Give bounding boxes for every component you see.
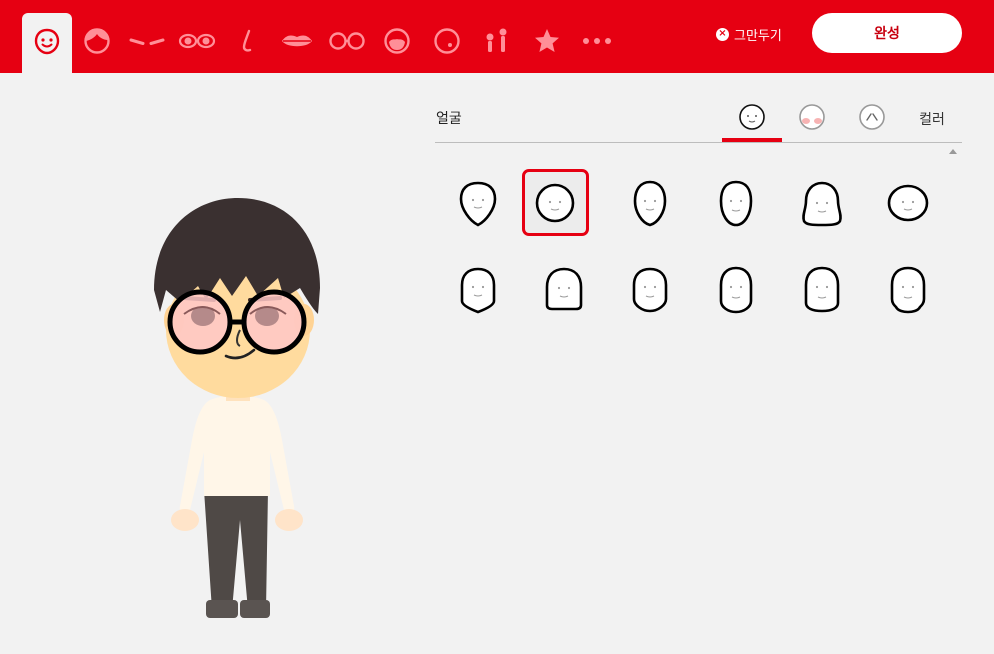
tab-eyes[interactable] — [172, 13, 222, 73]
subtab-color[interactable]: 컬러 — [902, 100, 962, 142]
face-shape-2-icon — [535, 183, 575, 223]
face-shape-4-icon — [719, 180, 753, 227]
face-shape-option[interactable] — [779, 168, 865, 254]
tab-hair[interactable] — [72, 13, 122, 73]
face-shape-option[interactable] — [865, 254, 951, 340]
face-shape-10-icon — [719, 266, 753, 314]
wrinkle-icon — [859, 104, 885, 130]
eyes-icon — [178, 33, 216, 49]
face-shape-option[interactable] — [607, 254, 693, 340]
tab-favorite[interactable] — [522, 13, 572, 73]
face-icon — [34, 28, 60, 55]
subtab-shape[interactable] — [722, 100, 782, 142]
done-button[interactable]: 완성 — [812, 13, 962, 53]
tab-mole[interactable] — [422, 13, 472, 73]
face-shape-icon — [739, 104, 765, 130]
face-shape-11-icon — [804, 266, 840, 313]
face-shape-grid — [435, 168, 955, 340]
nose-icon — [242, 29, 252, 52]
face-shape-option-selected[interactable] — [521, 168, 607, 254]
subtab-makeup[interactable] — [782, 100, 842, 142]
close-icon: × — [716, 27, 729, 41]
subtab-wrinkles[interactable] — [842, 100, 902, 142]
tab-glasses[interactable] — [322, 13, 372, 73]
face-shape-option[interactable] — [521, 254, 607, 340]
tab-beard[interactable] — [372, 13, 422, 73]
more-icon — [583, 38, 611, 44]
face-shape-option[interactable] — [779, 254, 865, 340]
face-shape-option[interactable] — [865, 168, 951, 254]
face-shape-1-icon — [459, 181, 497, 227]
face-shape-option[interactable] — [435, 168, 521, 254]
tab-nose[interactable] — [222, 13, 272, 73]
panel-title: 얼굴 — [436, 111, 462, 127]
star-icon — [535, 29, 559, 52]
face-shape-option[interactable] — [693, 168, 779, 254]
scroll-up-arrow[interactable] — [949, 149, 957, 154]
hair-icon — [84, 28, 110, 54]
mole-icon — [434, 28, 460, 54]
tab-eyebrows[interactable] — [122, 13, 172, 73]
face-shape-option[interactable] — [435, 254, 521, 340]
face-shape-7-icon — [460, 267, 496, 314]
face-shape-9-icon — [632, 267, 668, 313]
body-icon — [486, 28, 507, 52]
face-shape-option[interactable] — [693, 254, 779, 340]
tab-more[interactable] — [572, 13, 622, 73]
panel-divider — [435, 142, 962, 143]
face-shape-5-icon — [802, 181, 842, 227]
quit-label: 그만두기 — [734, 28, 782, 44]
face-shape-8-icon — [545, 267, 583, 311]
blush-icon — [799, 104, 825, 130]
tab-face[interactable] — [22, 13, 72, 73]
face-shape-option[interactable] — [607, 168, 693, 254]
beard-icon — [384, 28, 410, 54]
face-shape-3-icon — [633, 180, 667, 227]
tab-mouth[interactable] — [272, 13, 322, 73]
mii-avatar-preview[interactable] — [140, 190, 340, 630]
tab-body[interactable] — [472, 13, 522, 73]
face-shape-12-icon — [890, 266, 926, 314]
mouth-icon — [282, 35, 312, 47]
quit-button[interactable]: × 그만두기 — [716, 24, 782, 44]
eyebrows-icon — [129, 38, 165, 45]
face-shape-6-icon — [887, 184, 929, 222]
top-bar: × 그만두기 완성 — [0, 0, 994, 73]
glasses-icon — [329, 32, 365, 50]
